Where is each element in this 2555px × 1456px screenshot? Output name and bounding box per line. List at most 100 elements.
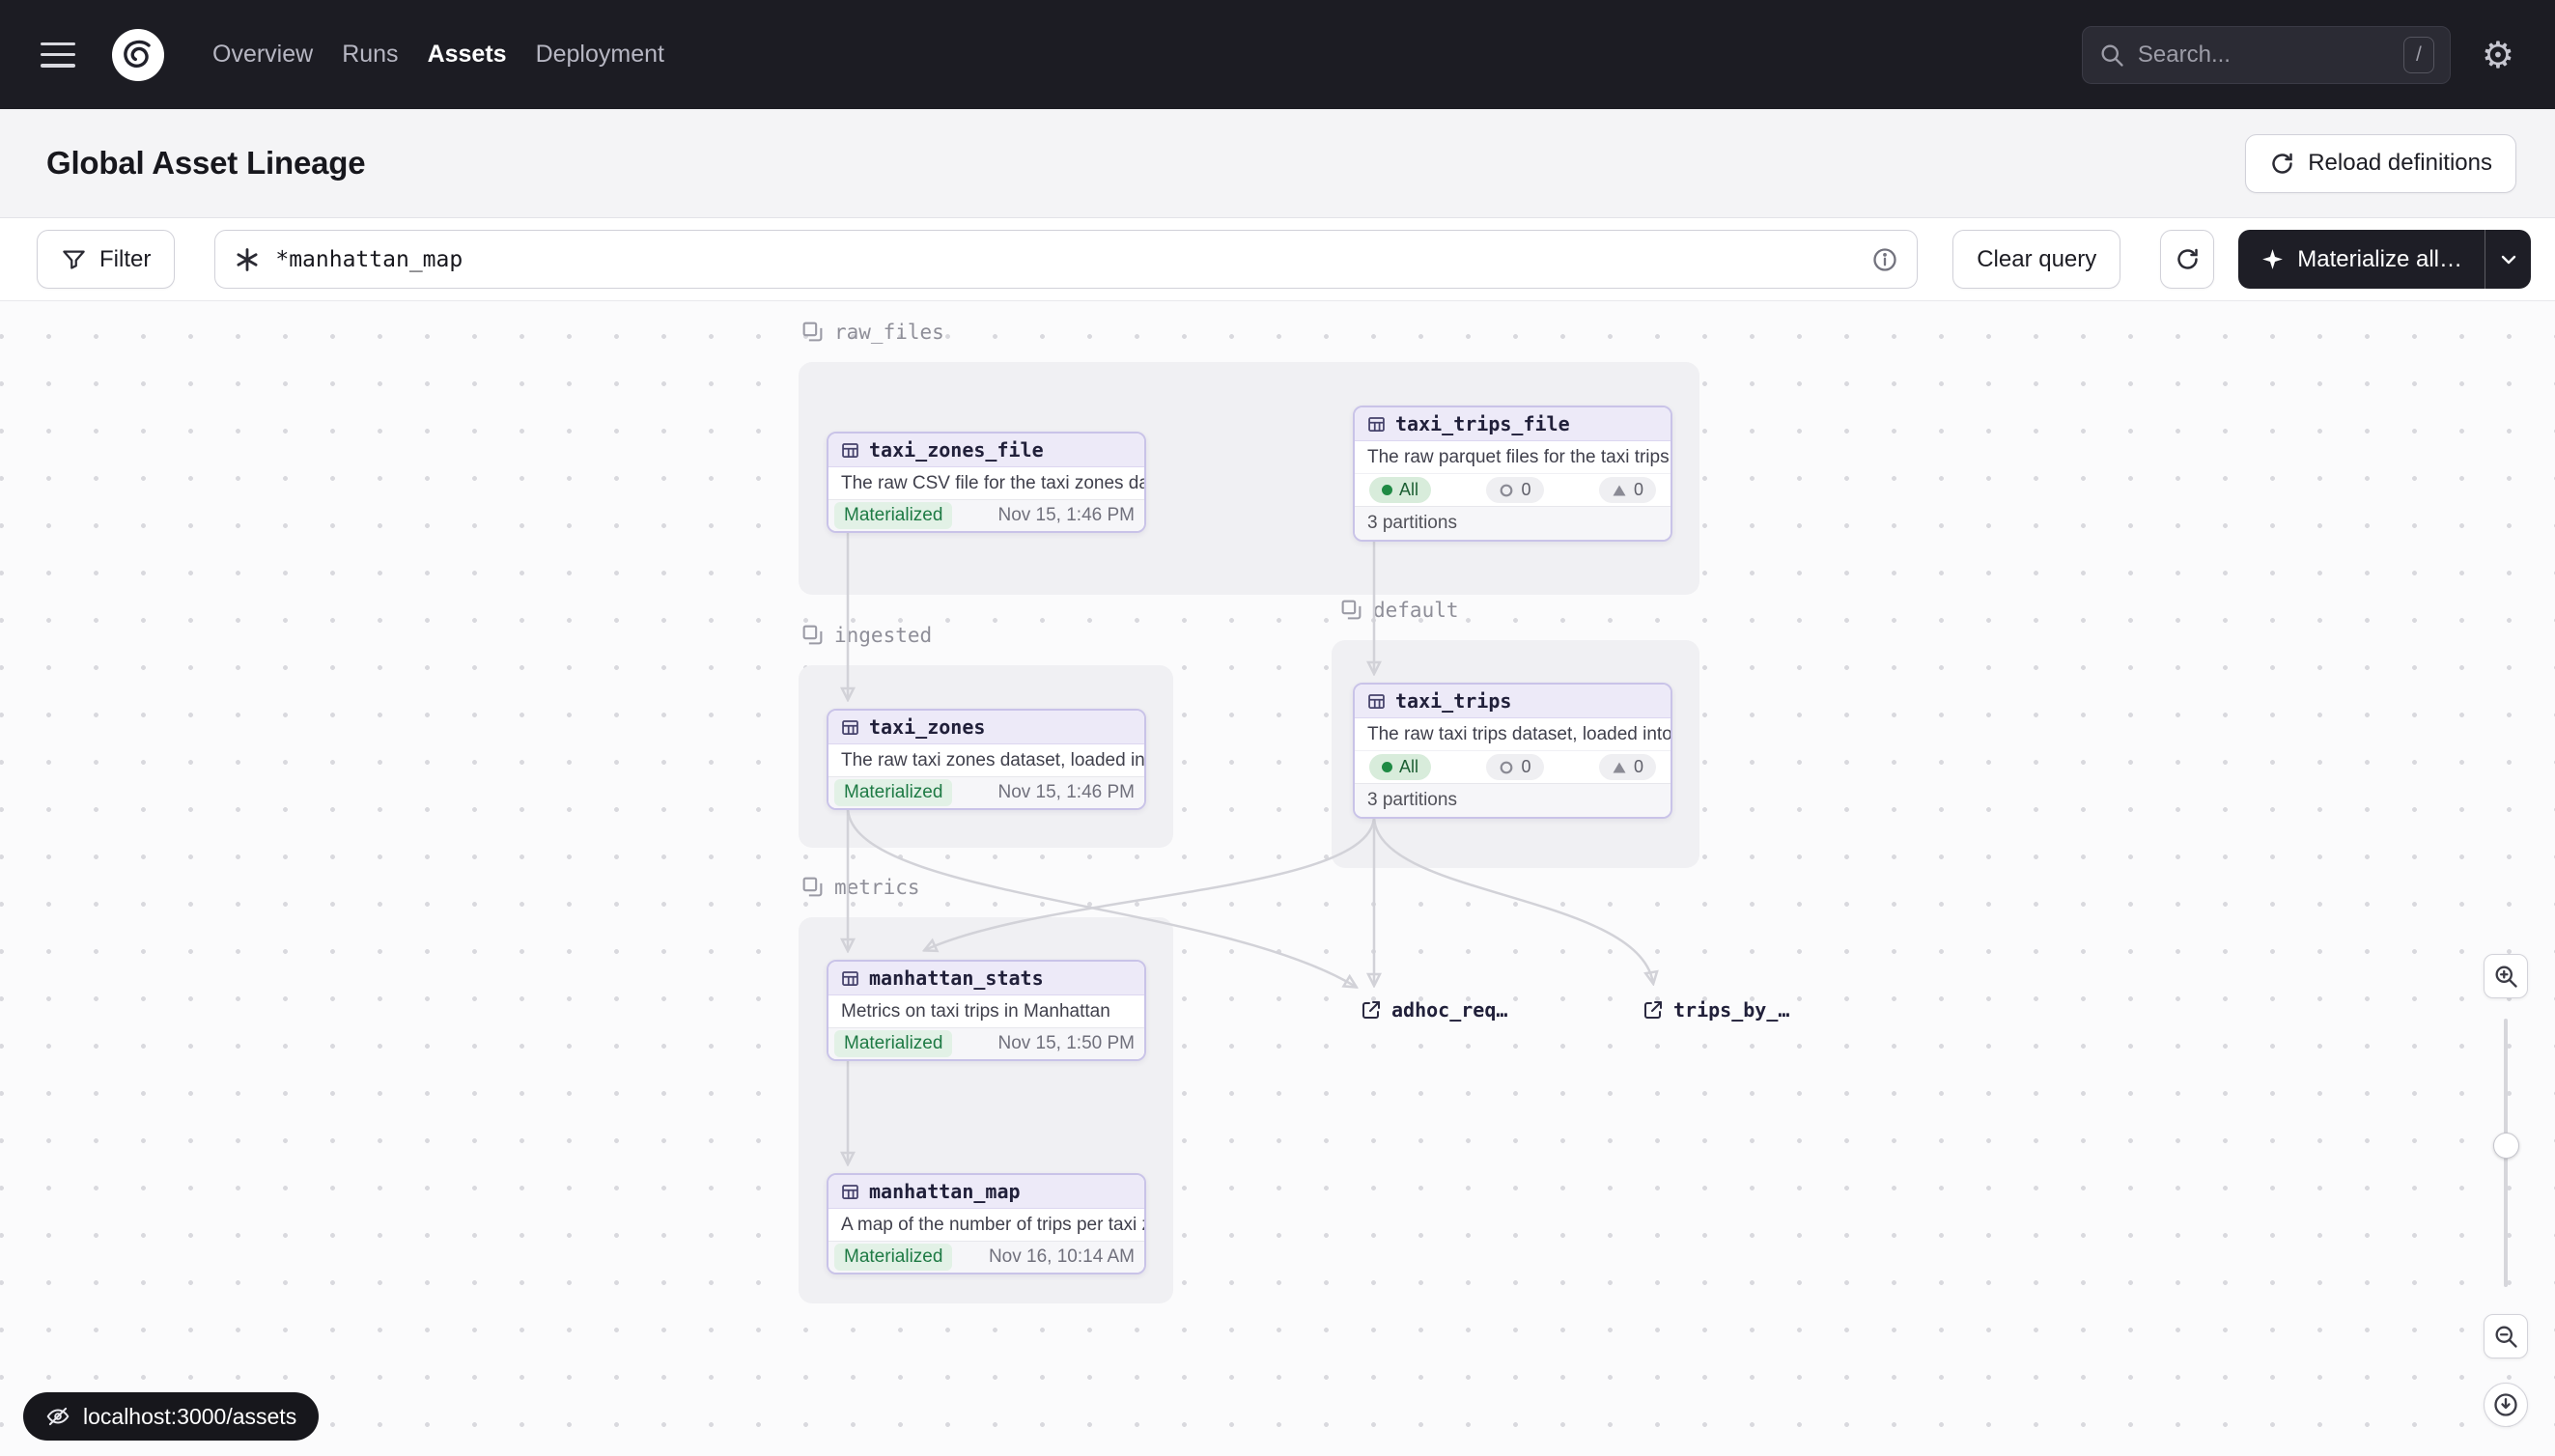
partitions-missing-pill: 0: [1599, 754, 1656, 780]
refresh-icon: [2269, 151, 2295, 177]
external-asset-label: trips_by_…: [1673, 998, 1789, 1022]
refresh-graph-button[interactable]: [2160, 230, 2214, 289]
asset-footer: Materialized Nov 15, 1:50 PM: [828, 1027, 1144, 1059]
nav-item-runs[interactable]: Runs: [342, 41, 398, 69]
table-icon: [840, 717, 860, 738]
external-link-icon: [1642, 998, 1665, 1022]
partitions-footer: 3 partitions: [1355, 506, 1671, 540]
chevron-down-icon: [2497, 248, 2520, 271]
asset-name: taxi_zones_file: [869, 438, 1044, 462]
asset-node-taxi-trips-file[interactable]: taxi_trips_file The raw parquet files fo…: [1353, 406, 1672, 542]
materialized-chip: Materialized: [834, 1244, 952, 1271]
info-icon[interactable]: [1871, 246, 1898, 273]
eye-slash-icon: [45, 1404, 70, 1429]
global-search[interactable]: /: [2082, 26, 2451, 84]
table-icon: [1366, 691, 1387, 712]
partitions-all-pill: All: [1369, 754, 1431, 780]
asset-graph-icon: [234, 246, 261, 273]
table-icon: [840, 440, 860, 461]
download-icon: [2492, 1391, 2519, 1418]
partition-status-row: All 0 0: [1355, 750, 1671, 783]
clear-query-button[interactable]: Clear query: [1952, 230, 2120, 289]
zoom-in-button[interactable]: [2484, 954, 2528, 998]
search-icon: [2098, 42, 2125, 69]
asset-footer: Materialized Nov 16, 10:14 AM: [828, 1241, 1144, 1273]
asset-name: taxi_zones: [869, 715, 985, 739]
status-url: localhost:3000/assets: [83, 1404, 296, 1430]
menu-icon[interactable]: [41, 42, 75, 68]
asset-description: The raw taxi zones dataset, loaded int…: [828, 744, 1144, 776]
table-icon: [1366, 414, 1387, 434]
materialize-all-label: Materialize all…: [2297, 246, 2462, 273]
sparkle-icon: [2260, 247, 2285, 271]
nav-item-overview[interactable]: Overview: [212, 41, 313, 69]
asset-name: taxi_trips: [1395, 689, 1511, 713]
external-asset-adhoc-request[interactable]: adhoc_req…: [1360, 998, 1507, 1022]
asset-description: The raw taxi trips dataset, loaded into …: [1355, 718, 1671, 750]
asset-footer: Materialized Nov 15, 1:46 PM: [828, 499, 1144, 531]
asset-node-taxi-zones[interactable]: taxi_zones The raw taxi zones dataset, l…: [827, 709, 1146, 810]
top-navbar: Overview Runs Assets Deployment / ⚙: [0, 0, 2555, 109]
nav-item-assets[interactable]: Assets: [428, 41, 507, 69]
page-title: Global Asset Lineage: [46, 145, 365, 182]
asset-node-taxi-trips[interactable]: taxi_trips The raw taxi trips dataset, l…: [1353, 683, 1672, 819]
ring-icon: [1499, 760, 1514, 775]
asset-node-header: taxi_trips: [1355, 685, 1671, 718]
asset-selection-input-wrap[interactable]: [214, 230, 1918, 289]
search-input[interactable]: [2138, 42, 2391, 69]
external-asset-trips-by[interactable]: trips_by_…: [1642, 998, 1789, 1022]
asset-description: Metrics on taxi trips in Manhattan: [828, 995, 1144, 1027]
asset-node-taxi-zones-file[interactable]: taxi_zones_file The raw CSV file for the…: [827, 432, 1146, 533]
partitions-failed-pill: 0: [1486, 754, 1543, 780]
clear-query-label: Clear query: [1977, 246, 2096, 273]
table-icon: [840, 968, 860, 989]
partition-status-row: All 0 0: [1355, 473, 1671, 506]
materialize-dropdown-button[interactable]: [2485, 230, 2531, 289]
asset-node-header: manhattan_map: [828, 1175, 1144, 1209]
zoom-out-button[interactable]: [2484, 1314, 2528, 1358]
refresh-icon: [2175, 246, 2201, 272]
ring-icon: [1499, 483, 1514, 498]
asset-node-header: taxi_trips_file: [1355, 407, 1671, 441]
triangle-icon: [1612, 483, 1627, 498]
triangle-icon: [1612, 760, 1627, 775]
asset-description: The raw parquet files for the taxi trips…: [1355, 441, 1671, 473]
dagster-logo-icon[interactable]: [110, 27, 166, 83]
filter-funnel-icon: [61, 246, 87, 272]
lineage-canvas[interactable]: raw_files ingested default metrics taxi_…: [0, 301, 2555, 1456]
zoom-out-icon: [2492, 1323, 2519, 1350]
asset-description: A map of the number of trips per taxi z…: [828, 1209, 1144, 1241]
settings-gear-icon[interactable]: ⚙: [2482, 37, 2514, 73]
reload-definitions-button[interactable]: Reload definitions: [2245, 134, 2516, 193]
browser-status-bar: localhost:3000/assets: [23, 1392, 319, 1441]
green-dot-icon: [1382, 485, 1392, 495]
materialized-chip: Materialized: [834, 1030, 952, 1057]
materialized-timestamp: Nov 15, 1:50 PM: [997, 1033, 1135, 1054]
nav-item-deployment[interactable]: Deployment: [536, 41, 664, 69]
filter-button[interactable]: Filter: [37, 230, 175, 289]
zoom-slider-thumb[interactable]: [2493, 1133, 2519, 1159]
asset-node-manhattan-map[interactable]: manhattan_map A map of the number of tri…: [827, 1173, 1146, 1274]
asset-node-manhattan-stats[interactable]: manhattan_stats Metrics on taxi trips in…: [827, 960, 1146, 1061]
materialized-chip: Materialized: [834, 779, 952, 806]
external-asset-label: adhoc_req…: [1391, 998, 1507, 1022]
asset-name: taxi_trips_file: [1395, 412, 1570, 435]
external-link-icon: [1360, 998, 1383, 1022]
zoom-in-icon: [2492, 963, 2519, 990]
materialized-timestamp: Nov 15, 1:46 PM: [997, 782, 1135, 803]
search-shortcut-badge: /: [2403, 37, 2434, 73]
page-header: Global Asset Lineage Reload definitions: [0, 109, 2555, 218]
materialize-all-split-button: Materialize all…: [2238, 230, 2531, 289]
materialize-all-button[interactable]: Materialize all…: [2238, 230, 2485, 289]
lineage-edges: [0, 301, 2555, 1456]
asset-node-header: taxi_zones_file: [828, 434, 1144, 467]
main-nav: Overview Runs Assets Deployment: [212, 41, 664, 69]
asset-name: manhattan_map: [869, 1180, 1021, 1203]
download-view-button[interactable]: [2484, 1383, 2528, 1427]
asset-selection-input[interactable]: [275, 247, 1857, 272]
materialized-timestamp: Nov 15, 1:46 PM: [997, 505, 1135, 526]
materialized-chip: Materialized: [834, 502, 952, 529]
green-dot-icon: [1382, 762, 1392, 772]
lineage-toolbar: Filter Clear query Materialize all…: [0, 218, 2555, 301]
partitions-all-pill: All: [1369, 477, 1431, 503]
